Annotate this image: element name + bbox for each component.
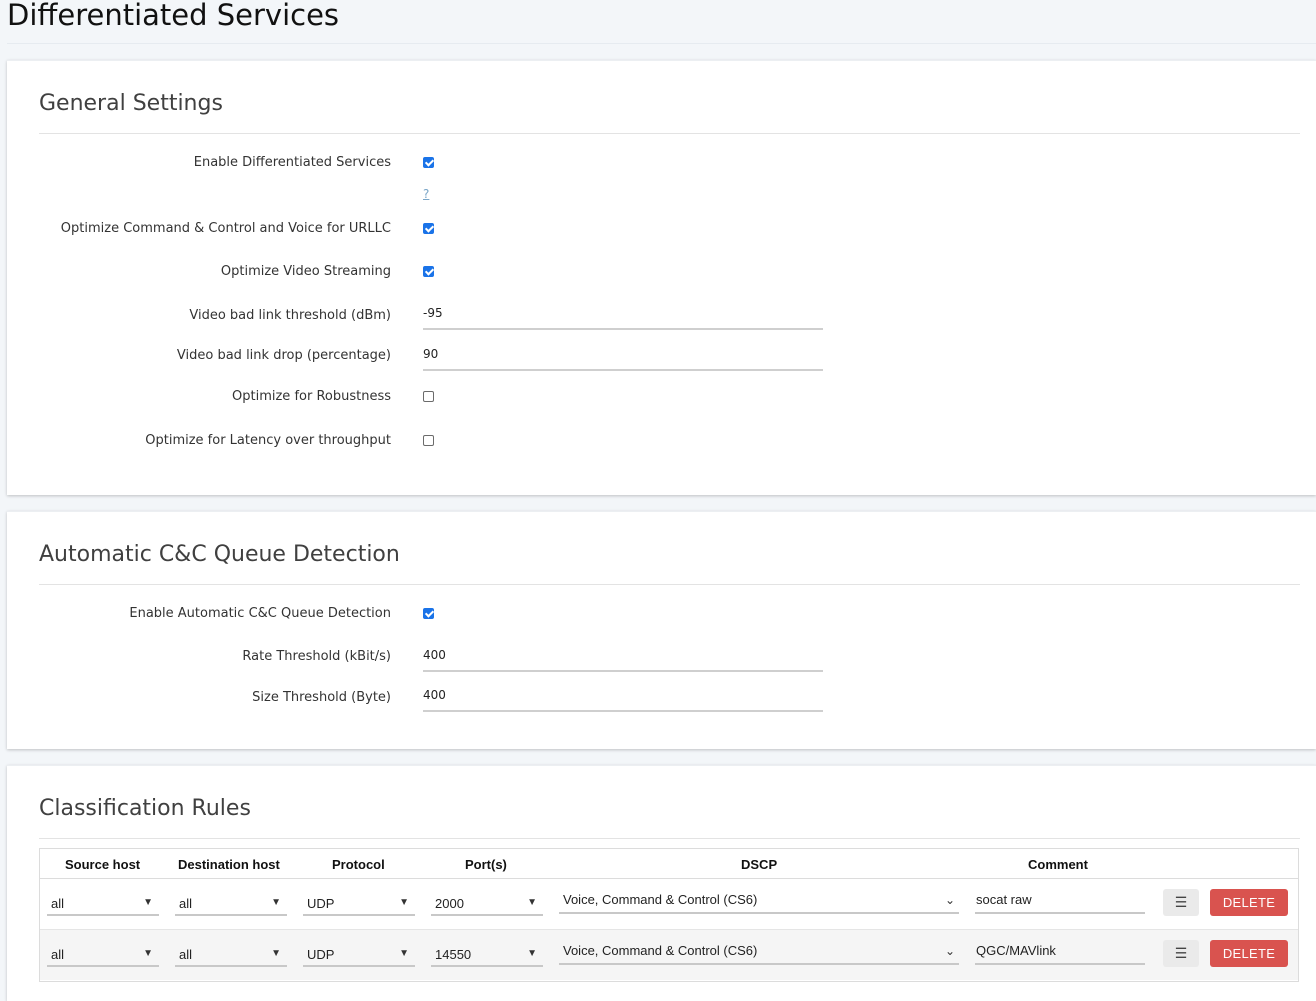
size-threshold-value: 400 [423, 688, 446, 702]
page-title: Differentiated Services [7, 0, 340, 32]
delete-button[interactable]: DELETE [1210, 889, 1288, 916]
checkbox-enable-diffserv[interactable] [423, 157, 434, 168]
checkbox-optimize-robustness[interactable] [423, 391, 434, 402]
label-optimize-video: Optimize Video Streaming [220, 264, 391, 279]
video-threshold-input[interactable]: -95 [423, 306, 823, 330]
destination-host-select[interactable]: all ▼ [175, 942, 287, 967]
dropdown-arrow-icon: ▼ [527, 948, 537, 959]
ports-select[interactable]: 14550 ▼ [431, 942, 543, 967]
destination-host-select[interactable]: all ▼ [175, 891, 287, 916]
checkbox-optimize-latency[interactable] [423, 435, 434, 446]
comment-value: socat raw [976, 892, 1032, 907]
comment-value: QGC/MAVlink [976, 943, 1056, 958]
dscp-value: Voice, Command & Control (CS6) [563, 892, 758, 907]
comment-input[interactable]: socat raw [975, 889, 1145, 914]
delete-button[interactable]: DELETE [1210, 940, 1288, 967]
dropdown-arrow-icon: ▼ [527, 897, 537, 908]
label-video-drop: Video bad link drop (percentage) [176, 348, 391, 363]
col-header-dscp: DSCP [741, 857, 778, 872]
destination-host-value: all [179, 947, 193, 962]
col-header-comment: Comment [1028, 857, 1088, 872]
source-host-select[interactable]: all ▼ [47, 942, 159, 967]
label-optimize-robustness: Optimize for Robustness [232, 389, 391, 404]
chevron-down-icon: ⌄ [944, 944, 955, 958]
label-enable-cc-detection: Enable Automatic C&C Queue Detection [129, 606, 391, 621]
dropdown-arrow-icon: ▼ [271, 897, 281, 908]
rate-threshold-input[interactable]: 400 [423, 648, 823, 672]
video-drop-input[interactable]: 90 [423, 347, 823, 371]
classification-rules-title: Classification Rules [39, 796, 251, 821]
classification-rules-card: Classification Rules Source host Destina… [7, 765, 1316, 1001]
cc-detection-divider [39, 584, 1300, 585]
protocol-value: UDP [307, 896, 335, 911]
ports-value: 14550 [435, 947, 472, 962]
col-header-ports: Port(s) [465, 857, 507, 872]
dscp-select[interactable]: Voice, Command & Control (CS6) ⌄ [559, 940, 959, 965]
rules-table: Source host Destination host Protocol Po… [39, 848, 1299, 982]
rate-threshold-value: 400 [423, 648, 446, 662]
col-header-source: Source host [65, 857, 141, 872]
ports-value: 2000 [435, 896, 464, 911]
menu-icon[interactable]: ☰ [1163, 940, 1199, 967]
help-link[interactable]: ? [423, 187, 429, 201]
table-row: all ▼ all ▼ UDP ▼ 14550 ▼ Voice, Command… [40, 930, 1298, 980]
col-header-destination: Destination host [178, 857, 280, 872]
dropdown-arrow-icon: ▼ [399, 948, 409, 959]
ports-select[interactable]: 2000 ▼ [431, 891, 543, 916]
protocol-select[interactable]: UDP ▼ [303, 891, 415, 916]
checkbox-optimize-urllc[interactable] [423, 223, 434, 234]
label-enable-diffserv: Enable Differentiated Services [193, 155, 391, 170]
general-settings-card: General Settings Enable Differentiated S… [7, 60, 1316, 495]
label-optimize-urllc: Optimize Command & Control and Voice for… [60, 221, 391, 236]
video-drop-value: 90 [423, 347, 439, 361]
table-row: all ▼ all ▼ UDP ▼ 2000 ▼ Voice, Command … [40, 879, 1298, 930]
dscp-select[interactable]: Voice, Command & Control (CS6) ⌄ [559, 889, 959, 914]
dropdown-arrow-icon: ▼ [271, 948, 281, 959]
size-threshold-input[interactable]: 400 [423, 688, 823, 712]
title-divider [7, 43, 1316, 44]
classification-rules-divider [39, 838, 1300, 839]
cc-detection-card: Automatic C&C Queue Detection Enable Aut… [7, 511, 1316, 749]
label-rate-threshold: Rate Threshold (kBit/s) [242, 649, 391, 664]
menu-icon[interactable]: ☰ [1163, 889, 1199, 916]
label-video-threshold: Video bad link threshold (dBm) [189, 308, 391, 323]
general-settings-title: General Settings [39, 91, 223, 116]
checkbox-enable-cc-detection[interactable] [423, 608, 434, 619]
source-host-value: all [51, 896, 65, 911]
protocol-select[interactable]: UDP ▼ [303, 942, 415, 967]
source-host-select[interactable]: all ▼ [47, 891, 159, 916]
video-threshold-value: -95 [423, 306, 443, 320]
dscp-value: Voice, Command & Control (CS6) [563, 943, 758, 958]
source-host-value: all [51, 947, 65, 962]
chevron-down-icon: ⌄ [944, 893, 955, 907]
protocol-value: UDP [307, 947, 335, 962]
destination-host-value: all [179, 896, 193, 911]
dropdown-arrow-icon: ▼ [399, 897, 409, 908]
general-settings-divider [39, 133, 1300, 134]
dropdown-arrow-icon: ▼ [143, 897, 153, 908]
cc-detection-title: Automatic C&C Queue Detection [39, 542, 400, 567]
checkbox-optimize-video[interactable] [423, 266, 434, 277]
comment-input[interactable]: QGC/MAVlink [975, 940, 1145, 965]
label-optimize-latency: Optimize for Latency over throughput [145, 433, 391, 448]
col-header-protocol: Protocol [332, 857, 385, 872]
dropdown-arrow-icon: ▼ [143, 948, 153, 959]
label-size-threshold: Size Threshold (Byte) [252, 690, 391, 705]
